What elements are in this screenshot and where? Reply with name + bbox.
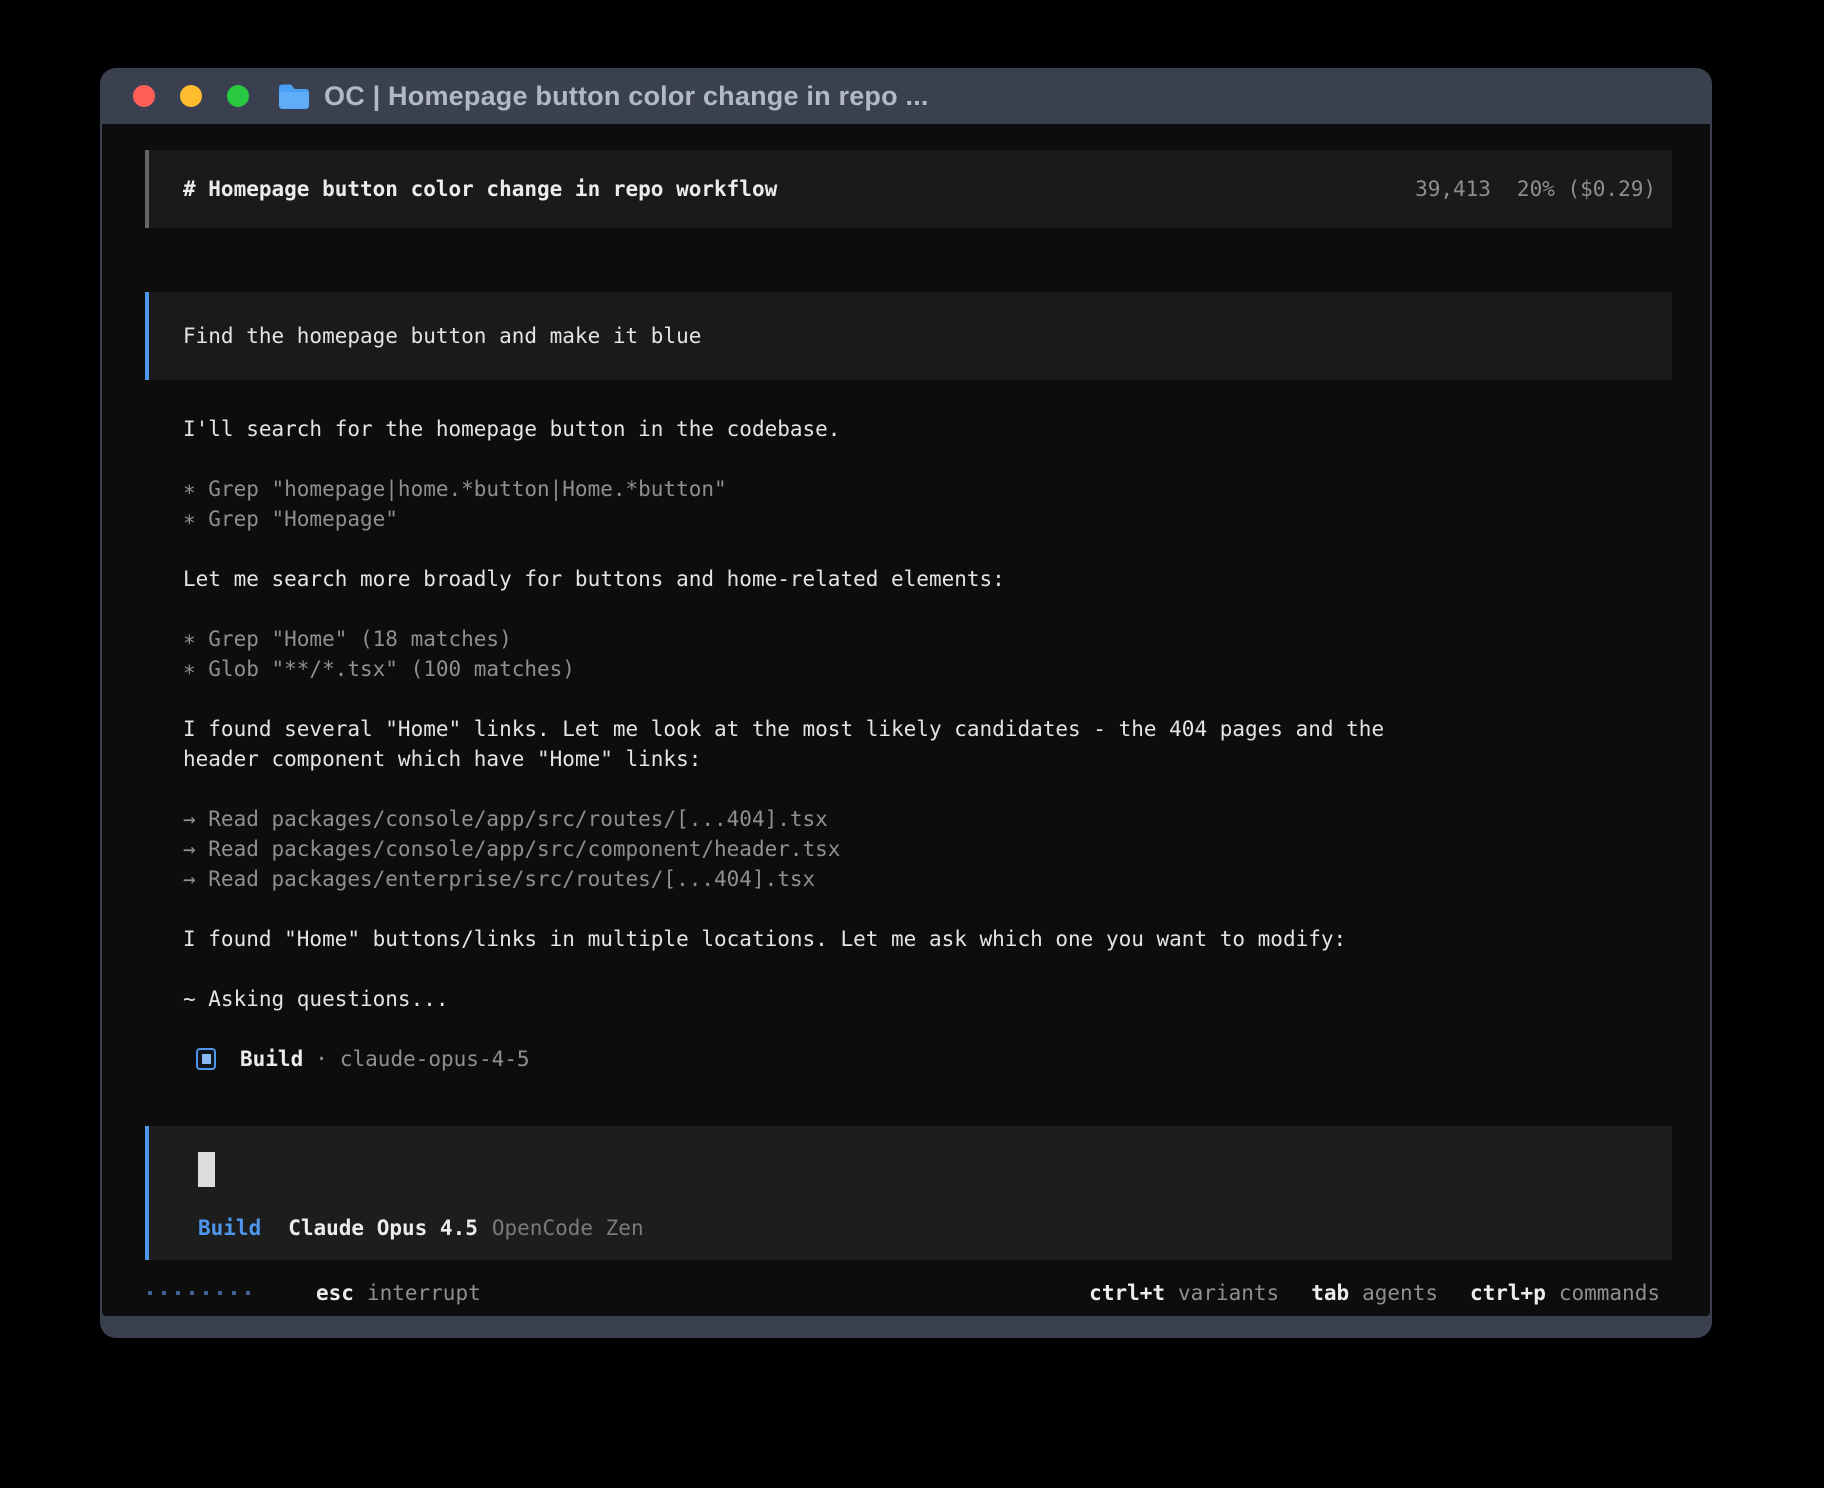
close-button[interactable] [133,85,155,107]
assistant-text-block: I found "Home" buttons/links in multiple… [183,924,1672,954]
statusbar: esc interrupt ctrl+t variants tab agents… [145,1278,1672,1308]
statusbar-left: esc interrupt [148,1281,481,1305]
tool-call-block: ∗ Grep "Home" (18 matches) ∗ Glob "**/*.… [183,624,1672,684]
user-message-text: Find the homepage button and make it blu… [183,324,701,348]
context-usage: 20% ($0.29) [1517,177,1656,201]
esc-key-label: interrupt [367,1281,481,1305]
assistant-text-block: I found several "Home" links. Let me loo… [183,714,1672,774]
agent-name: Build [240,1047,303,1071]
assistant-status-block: ~ Asking questions... [183,984,1672,1014]
minimize-button[interactable] [180,85,202,107]
activity-dots [148,1291,250,1295]
agent-separator: · [315,1047,328,1071]
model-label: Claude Opus 4.5 [288,1216,478,1240]
tool-call-line: ∗ Grep "Homepage" [183,504,1672,534]
input-status-row: Build Claude Opus 4.5 OpenCode Zen [198,1216,1672,1240]
tool-call-line: ∗ Grep "Home" (18 matches) [183,624,1672,654]
status-line: ~ Asking questions... [183,984,1672,1014]
esc-key-hint: esc [316,1281,354,1305]
assistant-line: I found "Home" buttons/links in multiple… [183,924,1672,954]
tool-call-block: → Read packages/console/app/src/routes/[… [183,804,1672,894]
token-count: 39,413 [1415,177,1491,201]
keybind-label: agents [1362,1281,1438,1305]
keybind-label: variants [1178,1281,1279,1305]
assistant-text-block: Let me search more broadly for buttons a… [183,564,1672,594]
session-title: # Homepage button color change in repo w… [183,177,777,201]
transcript: I'll search for the homepage button in t… [145,414,1672,1014]
tool-call-line: → Read packages/enterprise/src/routes/[.… [183,864,1672,894]
statusbar-right: ctrl+t variants tab agents ctrl+p comman… [1089,1281,1660,1305]
assistant-text-block: I'll search for the homepage button in t… [183,414,1672,444]
session-stats: 39,413 20% ($0.29) [1415,177,1656,201]
provider-label: OpenCode Zen [492,1216,644,1240]
tool-call-block: ∗ Grep "homepage|home.*button|Home.*butt… [183,474,1672,534]
zoom-button[interactable] [227,85,249,107]
assistant-line: Let me search more broadly for buttons a… [183,564,1672,594]
tool-call-line: ∗ Grep "homepage|home.*button|Home.*butt… [183,474,1672,504]
keybind-key: tab [1311,1281,1349,1305]
keybind-hint: tab agents [1311,1281,1438,1305]
tool-call-line: → Read packages/console/app/src/routes/[… [183,804,1672,834]
assistant-line: I'll search for the homepage button in t… [183,414,1672,444]
keybind-hint: ctrl+p commands [1470,1281,1660,1305]
tool-call-line: → Read packages/console/app/src/componen… [183,834,1672,864]
build-agent-icon [196,1048,216,1070]
keybind-label: commands [1559,1281,1660,1305]
window-title: OC | Homepage button color change in rep… [324,81,929,112]
user-message: Find the homepage button and make it blu… [145,292,1672,380]
prompt-input[interactable]: Build Claude Opus 4.5 OpenCode Zen [145,1126,1672,1260]
tool-call-line: ∗ Glob "**/*.tsx" (100 matches) [183,654,1672,684]
keybind-key: ctrl+t [1089,1281,1165,1305]
session-header: # Homepage button color change in repo w… [145,150,1672,228]
text-cursor [198,1152,215,1187]
titlebar[interactable]: OC | Homepage button color change in rep… [102,68,1710,124]
assistant-line: header component which have "Home" links… [183,744,1672,774]
terminal-window: OC | Homepage button color change in rep… [100,68,1712,1338]
agent-model: claude-opus-4-5 [340,1047,530,1071]
assistant-line: I found several "Home" links. Let me loo… [183,714,1672,744]
agent-status-row: Build · claude-opus-4-5 [145,1044,1672,1074]
traffic-lights [133,85,249,107]
agent-mode-label[interactable]: Build [198,1216,261,1240]
folder-icon [277,82,311,110]
terminal-content: # Homepage button color change in repo w… [102,124,1710,1316]
keybind-hint: ctrl+t variants [1089,1281,1279,1305]
keybind-key: ctrl+p [1470,1281,1546,1305]
